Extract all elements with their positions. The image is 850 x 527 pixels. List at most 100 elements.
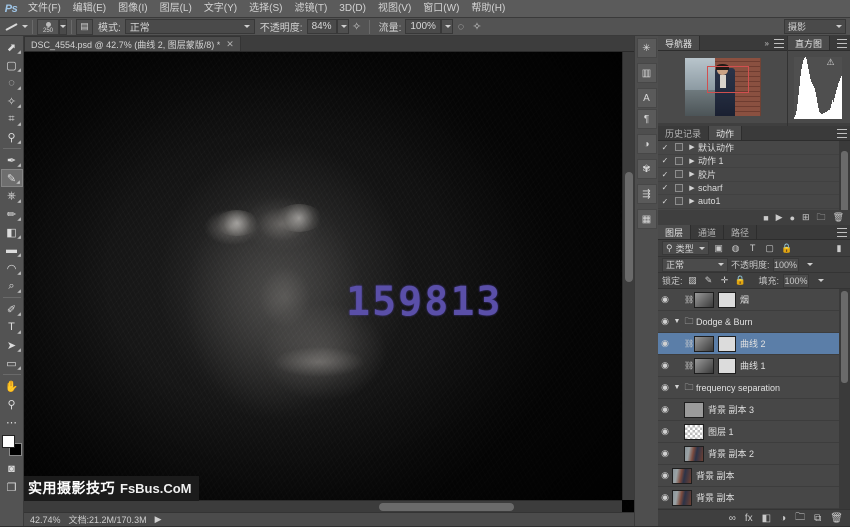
foreground-color-swatch[interactable] <box>2 435 15 448</box>
action-dialog-toggle[interactable] <box>672 157 686 165</box>
histogram-panel-menu-icon[interactable] <box>837 39 847 48</box>
brush-size-picker[interactable]: 250 <box>37 19 59 35</box>
zoom-tool[interactable]: ⚲ <box>1 395 23 413</box>
action-row[interactable]: ✓▶胶片 <box>658 168 850 182</box>
action-enabled-check[interactable]: ✓ <box>658 170 672 179</box>
new-layer-icon[interactable]: ⧉ <box>814 513 821 524</box>
brush-preset-chevron-icon[interactable] <box>22 25 28 28</box>
layer-thumbnail[interactable] <box>672 490 692 506</box>
status-doc-size[interactable]: 文档:21.2M/170.3M <box>69 513 147 526</box>
panel-collapse-icon[interactable]: » <box>765 39 769 48</box>
layer-opacity-stepper[interactable] <box>802 258 816 272</box>
layer-visibility-icon[interactable]: ◉ <box>658 382 672 393</box>
move-tool[interactable]: ⬈ <box>1 38 23 56</box>
layer-visibility-icon[interactable]: ◉ <box>658 426 672 437</box>
filter-type-icon[interactable]: T <box>746 241 760 255</box>
action-row[interactable]: ✓▶auto1 <box>658 195 850 209</box>
menu-type[interactable]: 文字(Y) <box>198 0 243 18</box>
canvas-vertical-scrollbar[interactable] <box>622 52 634 500</box>
layer-row[interactable]: ◉背景 副本 2 <box>658 443 850 465</box>
layers-scroll-thumb[interactable] <box>841 291 848 383</box>
action-dialog-toggle[interactable] <box>672 143 686 151</box>
opacity-stepper[interactable] <box>337 19 349 34</box>
layer-visibility-icon[interactable]: ◉ <box>658 470 672 481</box>
tab-history[interactable]: 历史记录 <box>658 126 709 140</box>
spot-healing-brush-tool[interactable]: ✒ <box>1 151 23 169</box>
layer-visibility-icon[interactable]: ◉ <box>658 338 672 349</box>
color-panel-icon[interactable]: ✳ <box>637 38 657 58</box>
flow-stepper[interactable] <box>441 19 453 34</box>
layer-visibility-icon[interactable]: ◉ <box>658 492 672 503</box>
lock-all-icon[interactable]: 🔒 <box>735 275 747 287</box>
layers-list[interactable]: ◉⛓烟◉▼🗀Dodge & Burn◉⛓曲线 2◉⛓曲线 1◉▼🗀frequen… <box>658 289 850 509</box>
tab-paths[interactable]: 路径 <box>724 225 757 239</box>
layer-mask-thumbnail[interactable] <box>718 292 736 308</box>
action-row[interactable]: ✓▶默认动作 <box>658 141 850 155</box>
canvas-horizontal-scrollbar[interactable] <box>24 500 622 512</box>
tab-navigator[interactable]: 导航器 <box>658 36 700 50</box>
action-enabled-check[interactable]: ✓ <box>658 156 672 165</box>
layer-blend-mode-select[interactable]: 正常 <box>662 258 728 272</box>
layer-thumbnail[interactable] <box>694 336 714 352</box>
marquee-tool[interactable]: ▢ <box>1 56 23 74</box>
layer-thumbnail[interactable] <box>694 292 714 308</box>
lock-image-icon[interactable]: ✎ <box>703 275 715 287</box>
navigator-panel-menu-icon[interactable] <box>774 39 784 48</box>
layer-row[interactable]: ◉⛓烟 <box>658 289 850 311</box>
new-adjustment-layer-icon[interactable]: ◑ <box>780 513 786 524</box>
screen-mode-toggle[interactable]: ❐ <box>1 478 23 496</box>
layer-row[interactable]: ◉图层 1 <box>658 421 850 443</box>
smoothing-icon[interactable]: ✧ <box>469 19 485 34</box>
airbrush-icon[interactable]: ◌ <box>453 19 469 34</box>
menu-window[interactable]: 窗口(W) <box>417 0 465 18</box>
tab-layers[interactable]: 图层 <box>658 225 691 239</box>
opacity-value[interactable]: 84% <box>307 19 337 34</box>
info-panel-icon[interactable]: ▦ <box>637 209 657 229</box>
layer-mask-link-icon[interactable]: ⛓ <box>684 339 694 348</box>
menu-layer[interactable]: 图层(L) <box>154 0 198 18</box>
record-action-icon[interactable]: ▶ <box>776 212 783 223</box>
status-zoom[interactable]: 42.74% <box>30 515 61 525</box>
layer-thumbnail[interactable] <box>694 358 714 374</box>
tab-actions[interactable]: 动作 <box>709 126 742 140</box>
gradient-tool[interactable]: ▬ <box>1 241 23 259</box>
adjustments-panel-icon[interactable]: ▥ <box>637 63 657 83</box>
menu-filter[interactable]: 滤镜(T) <box>289 0 334 18</box>
menu-help[interactable]: 帮助(H) <box>465 0 511 18</box>
crop-tool[interactable]: ⌗ <box>1 110 23 128</box>
action-enabled-check[interactable]: ✓ <box>658 197 672 206</box>
layer-opacity-value[interactable]: 100% <box>773 258 799 272</box>
shape-tool[interactable]: ▭ <box>1 354 23 372</box>
layer-thumbnail[interactable] <box>684 424 704 440</box>
canvas[interactable]: 159813 poco 摄影专题 http://photo.poco.cn/ 实… <box>24 52 634 512</box>
layer-visibility-icon[interactable]: ◉ <box>658 294 672 305</box>
filter-adjustment-icon[interactable]: ◍ <box>729 241 743 255</box>
close-icon[interactable]: ✕ <box>226 39 234 50</box>
action-row[interactable]: ✓▶动作 1 <box>658 155 850 169</box>
layer-row[interactable]: ◉背景 副本 <box>658 465 850 487</box>
add-mask-icon[interactable]: ◧ <box>762 513 771 524</box>
path-selection-tool[interactable]: ➤ <box>1 336 23 354</box>
menu-3d[interactable]: 3D(D) <box>333 0 372 18</box>
lasso-tool[interactable]: ◌ <box>1 74 23 92</box>
layer-row[interactable]: ◉背景 副本 <box>658 487 850 509</box>
flow-value[interactable]: 100% <box>405 19 441 34</box>
canvas-horizontal-scroll-thumb[interactable] <box>379 503 514 511</box>
action-expand-icon[interactable]: ▶ <box>686 170 698 178</box>
eraser-tool[interactable]: ◧ <box>1 223 23 241</box>
blend-mode-select[interactable]: 正常 <box>125 19 255 34</box>
action-enabled-check[interactable]: ✓ <box>658 143 672 152</box>
history-brush-tool[interactable]: ✏ <box>1 205 23 223</box>
layer-visibility-icon[interactable]: ◉ <box>658 404 672 415</box>
layer-mask-thumbnail[interactable] <box>718 336 736 352</box>
blur-tool[interactable]: ◠ <box>1 259 23 277</box>
canvas-vertical-scroll-thumb[interactable] <box>625 172 633 282</box>
layer-mask-link-icon[interactable]: ⛓ <box>684 295 694 304</box>
menu-view[interactable]: 视图(V) <box>372 0 417 18</box>
character-panel-icon[interactable]: A <box>637 88 657 108</box>
new-action-icon[interactable]: 🗀 <box>817 210 826 226</box>
menu-file[interactable]: 文件(F) <box>22 0 67 18</box>
actions-list[interactable]: ✓▶默认动作✓▶动作 1✓▶胶片✓▶scharf✓▶auto1✓▼autoski… <box>658 141 850 210</box>
action-expand-icon[interactable]: ▶ <box>686 197 698 205</box>
action-dialog-toggle[interactable] <box>672 170 686 178</box>
